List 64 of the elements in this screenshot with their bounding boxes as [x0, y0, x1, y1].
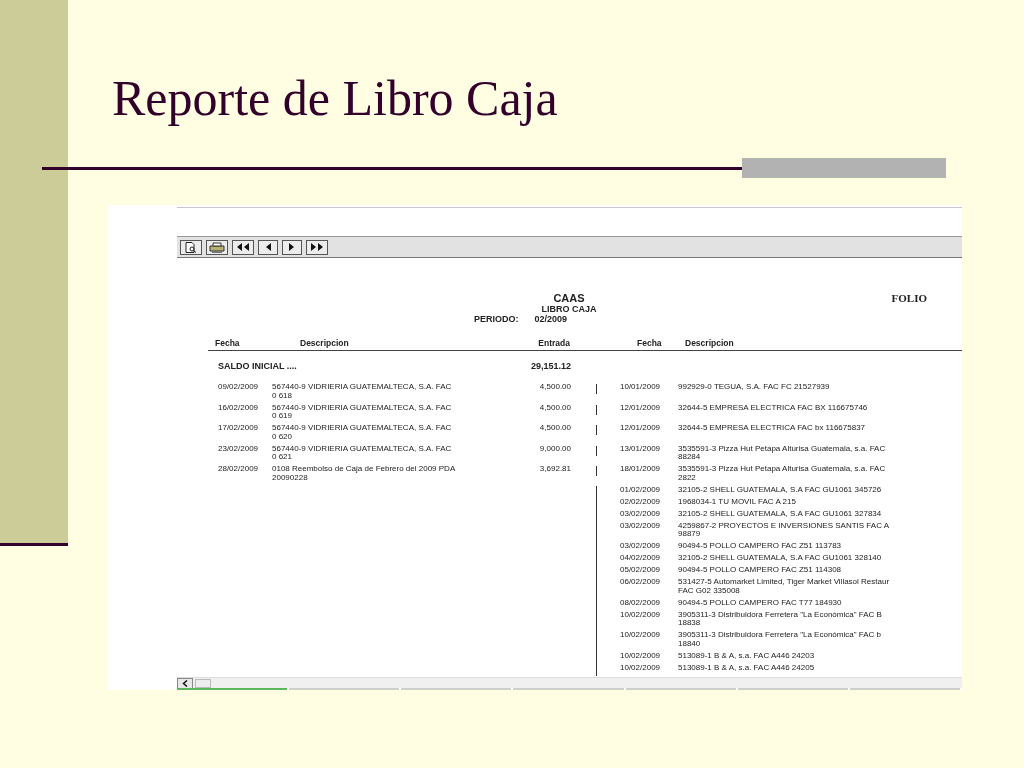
description-cell-text: 32105-2 SHELL GUATEMALA, S.A FAC GU1061 327834 — [678, 509, 883, 520]
amount-cell-text: 9,000.00 — [538, 444, 571, 455]
period-value: 02/2009 — [534, 314, 568, 324]
date-cell-text: 03/02/2009 — [620, 509, 662, 520]
description-cell-text: 531427-5 Automarket Limited, Tiger Market Villasol Restaur FAC G02 335008 — [678, 578, 891, 597]
description-cell-text: 513089-1 B & A, s.a. FAC A446 24203 — [678, 651, 816, 662]
date-cell-text: 10/02/2009 — [620, 610, 662, 621]
description-cell-text: 32105-2 SHELL GUATEMALA, S.A FAC GU1061 345726 — [678, 485, 883, 496]
description-cell-text: 90494-5 POLLO CAMPERO FAC T77 184930 — [678, 598, 843, 609]
date-cell-text: 10/02/2009 — [620, 663, 662, 674]
date-cell-text: 12/01/2009 — [620, 424, 662, 434]
opening-balance-label: SALDO INICIAL .... — [218, 361, 298, 371]
description-cell-text: 567440-9 VIDRIERIA GUATEMALTECA, S.A. FAC 0 619 — [272, 403, 453, 422]
date-cell-text: 09/02/2009 — [218, 383, 260, 393]
column-heading: Descripcion — [300, 338, 350, 348]
amount-cell-text: 4,500.00 — [538, 424, 571, 434]
description-cell-text: 3535591-3 Pizza Hut Petapa Alturisa Guatemala, s.a. FAC 88284 — [678, 444, 887, 463]
date-cell-text: 10/02/2009 — [620, 631, 662, 641]
description-cell-text: 567440-9 VIDRIERIA GUATEMALTECA, S.A. FAC 0 618 — [272, 383, 453, 402]
date-cell-text: 10/02/2009 — [620, 651, 662, 662]
date-cell-text: 23/02/2009 — [218, 444, 260, 455]
amount-cell-text: 4,500.00 — [538, 403, 571, 414]
report-name: LIBRO CAJA — [540, 304, 598, 314]
date-cell-text: 05/02/2009 — [620, 566, 662, 576]
date-cell-text: 06/02/2009 — [620, 578, 662, 588]
opening-balance-amount: 29,151.12 — [529, 361, 571, 371]
slide-title: Reporte de Libro Caja — [112, 69, 559, 128]
date-cell-text: 01/02/2009 — [620, 485, 662, 496]
description-cell-text: 32105-2 SHELL GUATEMALA, S.A FAC GU1061 328140 — [678, 554, 883, 564]
date-cell-text: 04/02/2009 — [620, 554, 662, 564]
column-heading: Descripcion — [685, 338, 735, 348]
description-cell-text: 3905311-3 Distribuidora Ferretera "La Económica" FAC b 18840 — [678, 631, 882, 650]
column-heading: Entrada — [537, 338, 570, 348]
description-cell-text: 4259867-2 PROYECTOS E INVERSIONES SANTIS FAC A 98879 — [678, 521, 891, 540]
description-cell-text: 32644-5 EMPRESA ELECTRICA FAC BX 116675746 — [678, 403, 869, 414]
description-cell-text: 90494-5 POLLO CAMPERO FAC Z51 114308 — [678, 566, 843, 576]
description-cell-text: 567440-9 VIDRIERIA GUATEMALTECA, S.A. FAC 0 621 — [272, 444, 453, 463]
column-heading: Fecha — [637, 338, 663, 348]
date-cell-text: 10/01/2009 — [620, 383, 662, 393]
description-cell-text: 3535591-3 Pizza Hut Petapa Alturisa Guatemala, s.a. FAC 2822 — [678, 465, 887, 484]
date-cell-text: 28/02/2009 — [218, 465, 260, 475]
description-cell-text: 3905311-3 Distribuidora Ferretera "La Económica" FAC B 18838 — [678, 610, 883, 629]
date-cell-text: 03/02/2009 — [620, 521, 662, 532]
description-cell-text: 1968034-1 TU MOVIL FAC A 215 — [678, 497, 797, 508]
amount-cell-text: 3,692.81 — [538, 465, 571, 475]
date-cell-text: 13/01/2009 — [620, 444, 662, 455]
company-name: CAAS — [552, 292, 586, 304]
date-cell-text: 17/02/2009 — [218, 424, 260, 434]
amount-cell-text: 4,500.00 — [538, 383, 571, 393]
period-label: PERIODO: — [474, 314, 519, 324]
description-cell-text: 90494-5 POLLO CAMPERO FAC Z51 113783 — [678, 542, 843, 552]
date-cell-text: 03/02/2009 — [620, 542, 662, 552]
description-cell-text: 513089-1 B & A, s.a. FAC A446 24205 — [678, 663, 816, 674]
column-heading: Fecha — [215, 338, 241, 348]
date-cell-text: 02/02/2009 — [620, 497, 662, 508]
description-cell-text: 992929-0 TEGUA, S.A. FAC FC 21527939 — [678, 383, 831, 393]
description-cell-text: 32644-5 EMPRESA ELECTRICA FAC bx 116675837 — [678, 424, 867, 434]
date-cell-text: 12/01/2009 — [620, 403, 662, 414]
folio-label: FOLIO — [890, 292, 928, 304]
date-cell-text: 18/01/2009 — [620, 465, 662, 475]
description-cell-text: 0108 Reembolso de Caja de Febrero del 2009 PDA 20090228 — [272, 465, 457, 484]
date-cell-text: 16/02/2009 — [218, 403, 260, 414]
description-cell-text: 567440-9 VIDRIERIA GUATEMALTECA, S.A. FAC 0 620 — [272, 424, 453, 443]
date-cell-text: 08/02/2009 — [620, 598, 662, 609]
